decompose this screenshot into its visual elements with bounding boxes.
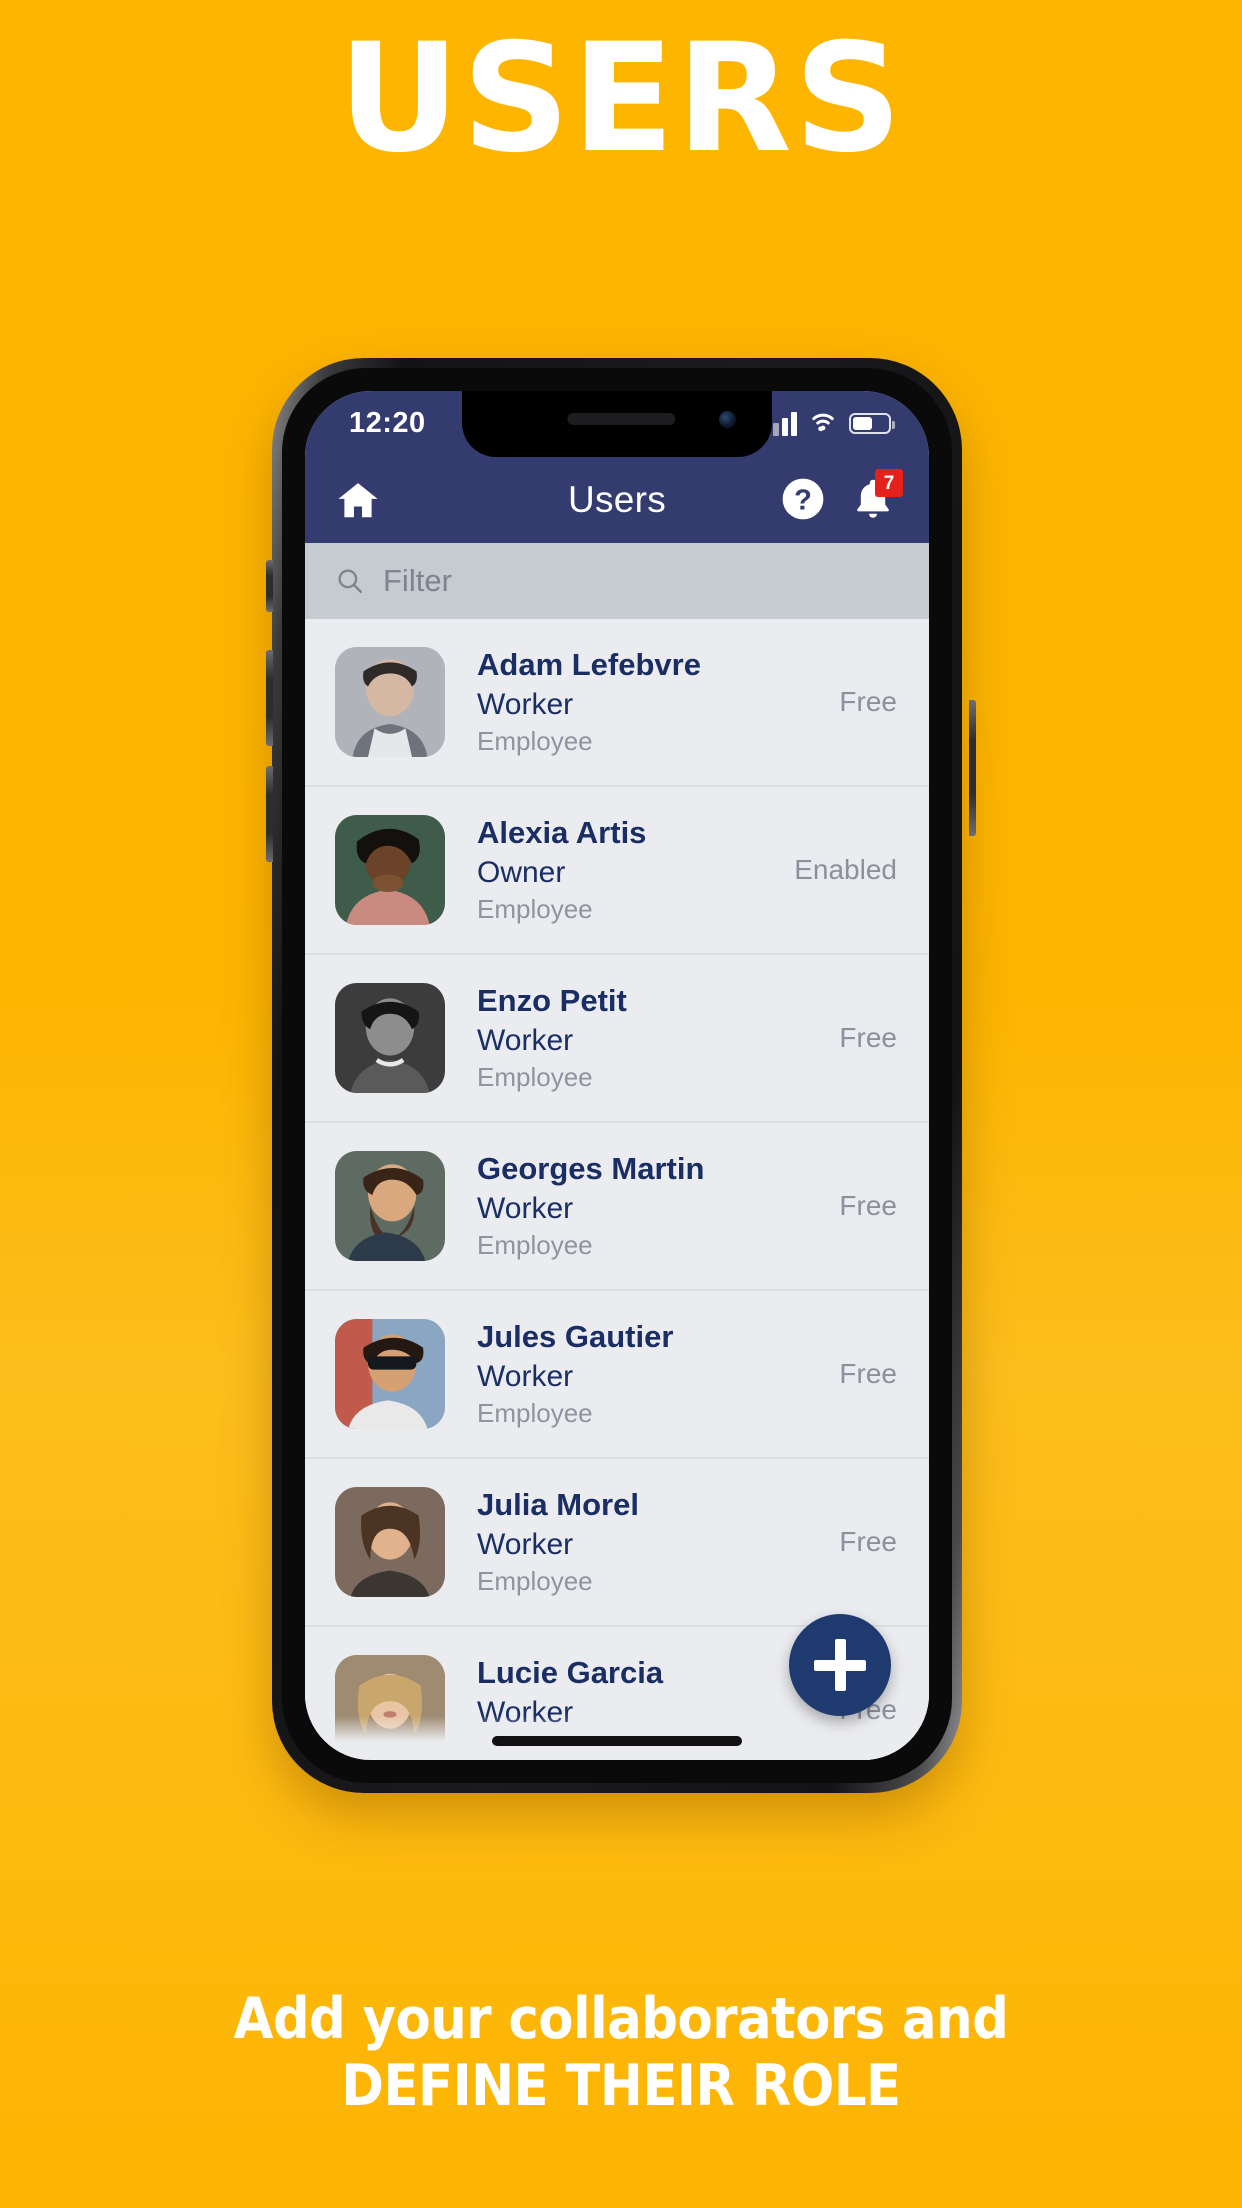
user-name: Georges Martin [477, 1151, 705, 1187]
status-badge: Free [839, 1190, 897, 1221]
battery-icon [849, 413, 895, 434]
table-row[interactable]: Jules Gautier Worker Employee Free [305, 1291, 929, 1459]
table-row[interactable]: Enzo Petit Worker Employee Free [305, 955, 929, 1123]
user-info: Adam Lefebvre Worker Employee [445, 645, 839, 759]
table-row[interactable]: Adam Lefebvre Worker Employee Free [305, 619, 929, 787]
user-info: Georges Martin Worker Employee [445, 1149, 839, 1263]
front-camera [719, 411, 736, 428]
user-name: Alexia Artis [477, 815, 647, 851]
user-list[interactable]: Adam Lefebvre Worker Employee Free Alexi… [305, 619, 929, 1760]
user-name: Jules Gautier [477, 1319, 674, 1355]
user-info: Alexia Artis Owner Employee [445, 813, 794, 927]
table-row[interactable]: Alexia Artis Owner Employee Enabled [305, 787, 929, 955]
nav-actions: ? 7 [779, 469, 903, 523]
user-type: Employee [477, 1565, 593, 1596]
phone-bezel: 12:20 Users ? 7 Filter Adam Lefebvre Wor… [282, 368, 952, 1783]
poster-caption: Add your collaborators and DEFINE THEIR … [0, 1986, 1242, 2121]
user-type: Employee [477, 725, 593, 756]
user-info: Julia Morel Worker Employee [445, 1485, 839, 1599]
avatar [335, 815, 445, 925]
avatar [335, 647, 445, 757]
filter-search-bar[interactable]: Filter [305, 543, 929, 619]
user-type: Employee [477, 1061, 593, 1092]
plus-icon-vertical [834, 1639, 846, 1691]
notification-badge: 7 [875, 469, 903, 497]
user-type: Employee [477, 1397, 593, 1428]
bell-notification-icon[interactable]: 7 [849, 469, 903, 523]
user-type: Employee [477, 893, 593, 924]
user-role: Owner [477, 855, 566, 889]
app-navigation-bar: Users ? 7 [305, 457, 929, 543]
phone-mute-switch [266, 560, 273, 612]
user-type: Employee [477, 1229, 593, 1260]
user-role: Worker [477, 1695, 574, 1729]
user-info: Jules Gautier Worker Employee [445, 1317, 839, 1431]
avatar [335, 1655, 445, 1760]
help-question-icon[interactable]: ? [779, 475, 827, 523]
phone-power-button [969, 700, 976, 836]
table-row[interactable]: Julia Morel Worker Employee Free [305, 1459, 929, 1627]
user-role: Worker [477, 1527, 574, 1561]
user-role: Worker [477, 1191, 574, 1225]
avatar [335, 1151, 445, 1261]
avatar [335, 1319, 445, 1429]
status-bar-icons [764, 409, 895, 438]
earpiece-speaker [567, 413, 676, 425]
poster-headline: USERS [338, 12, 904, 186]
status-badge: Free [839, 1526, 897, 1557]
user-info: Enzo Petit Worker Employee [445, 981, 839, 1095]
caption-line-1: Add your collaborators and [233, 1985, 1009, 2052]
wifi-icon [808, 409, 838, 438]
status-badge: Free [839, 686, 897, 717]
user-role: Worker [477, 1023, 574, 1057]
status-bar-time: 12:20 [349, 407, 426, 439]
user-name: Lucie Garcia [477, 1655, 664, 1691]
status-badge: Free [839, 1022, 897, 1053]
home-indicator [492, 1736, 742, 1746]
status-badge: Enabled [794, 854, 897, 885]
user-name: Julia Morel [477, 1487, 639, 1523]
status-badge: Free [839, 1358, 897, 1389]
search-icon [335, 566, 365, 596]
user-name: Adam Lefebvre [477, 647, 701, 683]
search-input[interactable]: Filter [383, 563, 452, 599]
user-name: Enzo Petit [477, 983, 627, 1019]
add-user-button[interactable] [789, 1614, 891, 1716]
phone-mockup: 12:20 Users ? 7 Filter Adam Lefebvre Wor… [272, 358, 962, 1793]
user-role: Worker [477, 687, 574, 721]
phone-volume-down-button [266, 766, 273, 862]
phone-screen: 12:20 Users ? 7 Filter Adam Lefebvre Wor… [305, 391, 929, 1760]
avatar [335, 1487, 445, 1597]
svg-text:?: ? [794, 485, 812, 517]
phone-notch [462, 391, 772, 457]
table-row[interactable]: Georges Martin Worker Employee Free [305, 1123, 929, 1291]
avatar [335, 983, 445, 1093]
caption-line-2: DEFINE THEIR ROLE [341, 2052, 901, 2119]
user-role: Worker [477, 1359, 574, 1393]
phone-volume-up-button [266, 650, 273, 746]
